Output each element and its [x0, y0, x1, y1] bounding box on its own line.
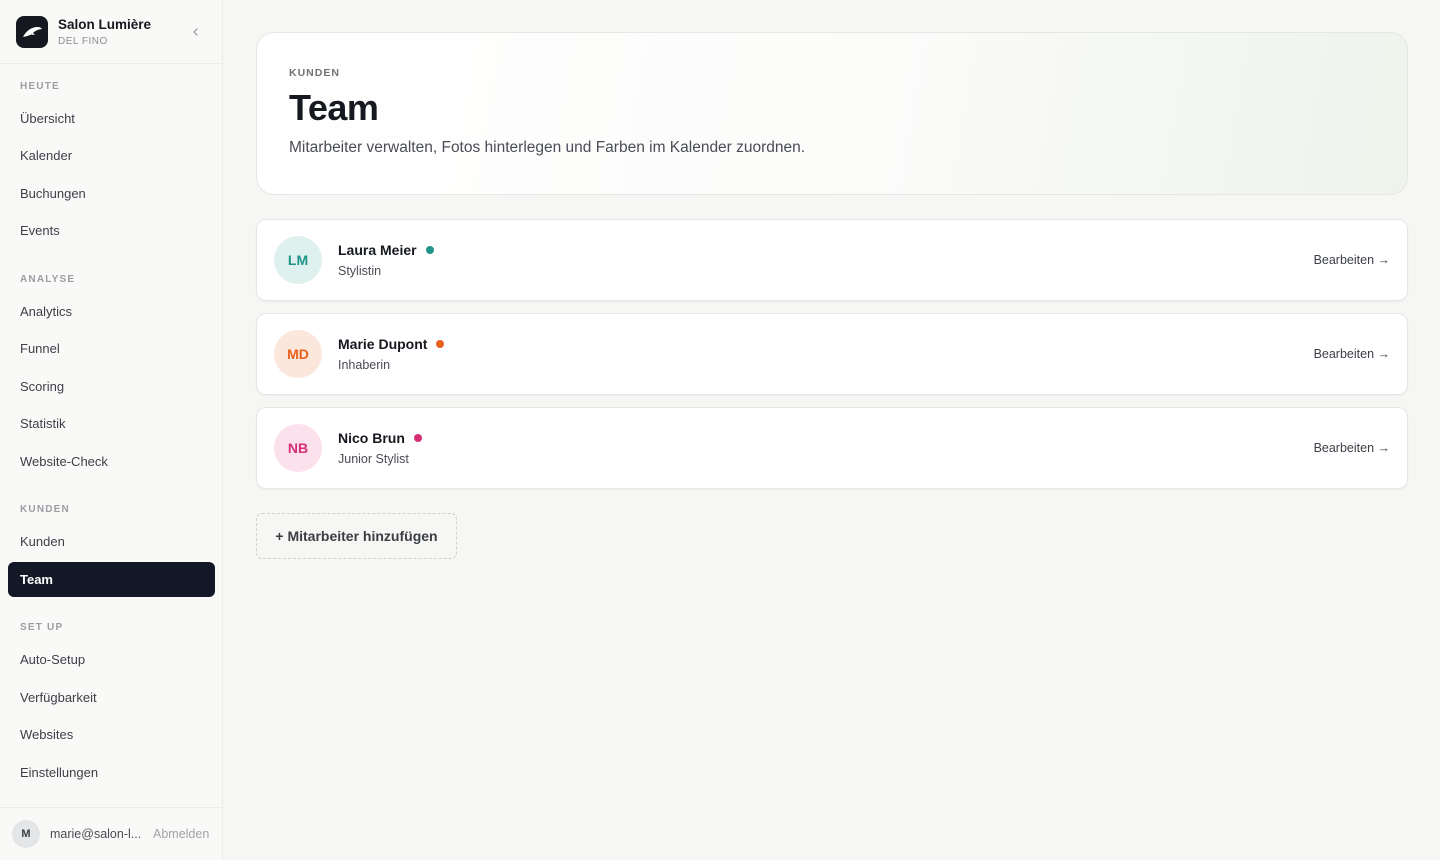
edit-member-link[interactable]: Bearbeiten →: [1314, 441, 1390, 455]
avatar: M: [12, 820, 40, 848]
edit-member-link[interactable]: Bearbeiten →: [1314, 253, 1390, 267]
chevron-left-icon[interactable]: [186, 22, 206, 42]
team-member-card: MD Marie Dupont Inhaberin Bearbeiten →: [256, 313, 1408, 395]
section-label-kunden: KUNDEN: [20, 504, 70, 515]
color-dot-icon: [436, 340, 445, 348]
page-eyebrow: KUNDEN: [289, 67, 340, 79]
sidebar-item-verfuegbarkeit[interactable]: Verfügbarkeit: [8, 680, 215, 715]
edit-member-link[interactable]: Bearbeiten →: [1314, 347, 1390, 361]
sidebar-item-statistik[interactable]: Statistik: [8, 406, 215, 441]
sidebar-item-kalender[interactable]: Kalender: [8, 138, 215, 173]
user-bar: M marie@salon-l... Abmelden: [0, 807, 223, 860]
sidebar-item-funnel[interactable]: Funnel: [8, 331, 215, 366]
logout-link[interactable]: Abmelden: [153, 827, 209, 841]
color-dot-icon: [425, 246, 434, 254]
member-name: Nico Brun: [338, 430, 405, 446]
section-label-setup: SET UP: [20, 622, 64, 633]
sidebar-item-kunden[interactable]: Kunden: [8, 524, 215, 559]
sidebar-item-uebersicht[interactable]: Übersicht: [8, 101, 215, 136]
avatar: NB: [274, 424, 322, 472]
sidebar-item-analytics[interactable]: Analytics: [8, 294, 215, 329]
sidebar-item-websites[interactable]: Websites: [8, 717, 215, 752]
avatar: LM: [274, 236, 322, 284]
member-role: Junior Stylist: [338, 452, 409, 466]
page-description: Mitarbeiter verwalten, Fotos hinterlegen…: [289, 139, 806, 156]
brand-subtitle: DEL FINO: [58, 36, 108, 47]
page-title: Team: [289, 87, 379, 128]
sidebar-item-einstellungen[interactable]: Einstellungen: [8, 755, 215, 790]
section-label-heute: HEUTE: [20, 81, 60, 92]
color-dot-icon: [413, 434, 422, 442]
sidebar-item-buchungen[interactable]: Buchungen: [8, 176, 215, 211]
team-member-card: LM Laura Meier Stylistin Bearbeiten →: [256, 219, 1408, 301]
sidebar-item-scoring[interactable]: Scoring: [8, 369, 215, 404]
add-member-button[interactable]: + Mitarbeiter hinzufügen: [256, 513, 457, 559]
brand-name: Salon Lumière: [58, 17, 152, 32]
member-role: Inhaberin: [338, 358, 391, 372]
user-email: marie@salon-l...: [50, 827, 142, 841]
sidebar-item-events[interactable]: Events: [8, 213, 215, 248]
member-role: Stylistin: [338, 264, 382, 278]
sidebar-item-auto-setup[interactable]: Auto-Setup: [8, 642, 215, 677]
page-header: KUNDEN Team Mitarbeiter verwalten, Fotos…: [256, 32, 1408, 195]
sidebar-item-team[interactable]: Team: [8, 562, 215, 597]
section-label-analyse: ANALYSE: [20, 274, 76, 285]
team-member-card: NB Nico Brun Junior Stylist Bearbeiten →: [256, 407, 1408, 489]
dolphin-logo-icon: [16, 15, 48, 48]
member-name: Marie Dupont: [338, 336, 428, 352]
sidebar: Salon Lumière DEL FINO HEUTE Übersicht K…: [0, 0, 223, 860]
member-name: Laura Meier: [338, 242, 417, 258]
avatar: MD: [274, 330, 322, 378]
sidebar-item-website-check[interactable]: Website-Check: [8, 444, 215, 479]
brand-header: Salon Lumière DEL FINO: [0, 0, 222, 64]
